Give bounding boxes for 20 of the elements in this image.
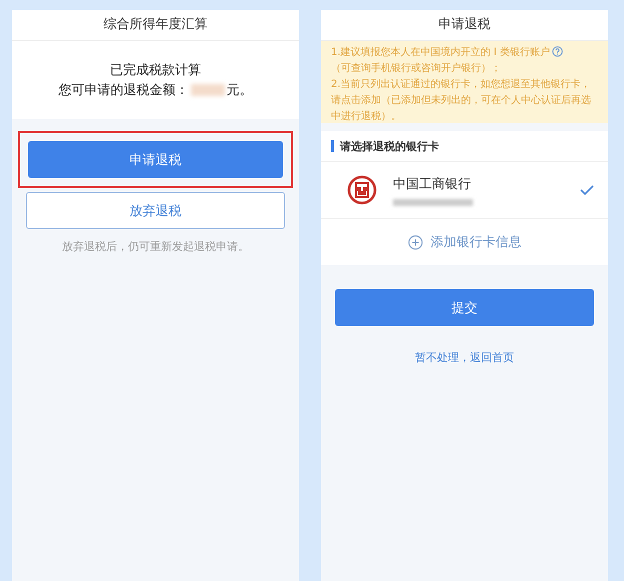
hint-text: 放弃退税后，仍可重新发起退税申请。 [61,239,250,254]
submit-button[interactable]: 提交 [335,289,594,326]
notice-text: 2.当前只列出认证通过的银行卡，如您想退至其他银行卡，请点击添加（已添加但未列出的，可在个人中心认证后再选中进行退税）。 [331,78,592,124]
section-title: 请选择退税的银行卡 [340,138,439,154]
add-card-link[interactable]: 添加银行卡信息 [321,219,608,265]
plus-icon [408,234,422,250]
currency-unit: 元。 [226,82,252,99]
notice-text: 1.建议填报您本人在中国境内开立的 I 类银行账户 [331,47,550,58]
screen-title: 申请退税 [321,10,608,41]
bank-logo-icon [347,175,377,205]
bank-name: 中国工商银行 [393,176,472,192]
return-home-link[interactable]: 暂不处理，返回首页 [415,350,514,365]
amount-label: 您可申请的退税金额： [58,82,188,99]
apply-refund-button[interactable]: 申请退税 [28,141,283,178]
result-text: 已完成税款计算 [110,62,201,79]
notice-text: （可查询手机银行或咨询开户银行）； [331,62,502,76]
bank-card-item[interactable]: 中国工商银行 [321,162,608,219]
screen-title: 综合所得年度汇算 [12,10,299,41]
abandon-refund-button[interactable]: 放弃退税 [26,192,285,229]
help-icon[interactable] [552,46,563,57]
